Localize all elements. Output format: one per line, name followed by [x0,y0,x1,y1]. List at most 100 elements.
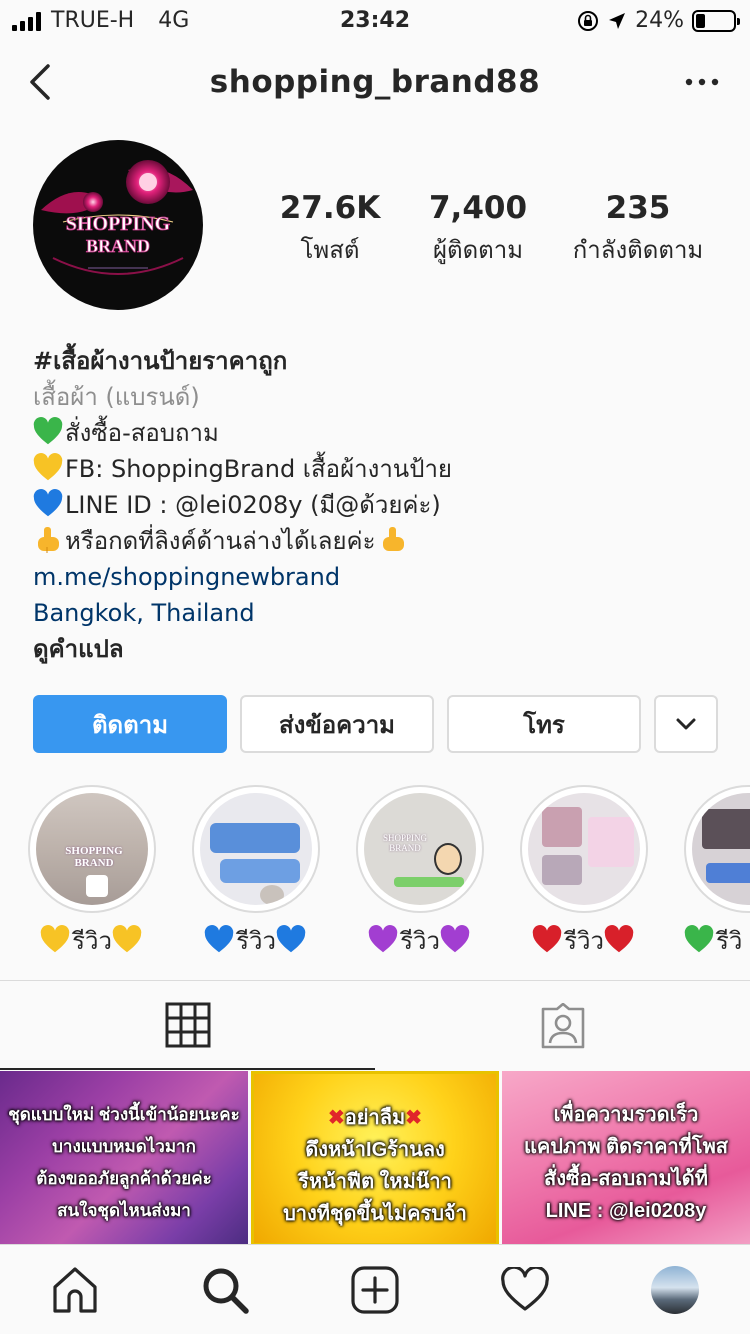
green-heart-icon [33,417,63,445]
yellow-heart-icon [112,925,142,953]
status-bar: TRUE-H 4G 23:42 24% [0,0,750,42]
highlight-item[interactable]: SHOPPING BRAND รีวิว [356,785,484,955]
location-arrow-icon [609,12,626,29]
avatar-text-1: SHOPPING [66,213,171,235]
brand-logo: SHOPPING BRAND [41,160,193,275]
tab-activity[interactable] [498,1263,552,1317]
profile-actions: ติดตาม ส่งข้อความ โทร [33,695,718,753]
highlight-item[interactable]: รีวิว [192,785,320,955]
highlight-ring [684,785,750,913]
highlight-label: รีวิว [192,921,320,955]
post-text-line: สั่งซื้อ-สอบถามได้ที่ [544,1168,708,1190]
profile-bio: #เสื้อผ้างานป้ายราคาถูก เสื้อผ้า (แบรนด์… [33,343,733,667]
highlight-thumb [528,793,640,905]
cross-mark-icon: ✖ [328,1107,345,1129]
highlight-label: รีวิว [28,921,156,955]
red-heart-icon [532,925,562,953]
avatar-text-2: BRAND [86,236,150,256]
bio-fb-line: FB: ShoppingBrand เสื้อผ้างานป้าย [33,451,733,487]
suggested-dropdown-button[interactable] [654,695,718,753]
pointing-down-icon [382,527,404,551]
purple-heart-icon [440,925,470,953]
follow-button[interactable]: ติดตาม [33,695,227,753]
highlight-thumb [692,793,750,905]
highlight-item[interactable]: รีวิว [520,785,648,955]
profile-avatar[interactable]: SHOPPING BRAND [33,140,203,310]
post-thumbnail[interactable]: ชุดแบบใหม่ ช่วงนี้เข้าน้อยนะคะ บางแบบหมด… [0,1071,248,1246]
tab-posts-grid[interactable] [0,981,375,1070]
bio-lineid-text: LINE ID : @lei0208y (มี@ด้วยค่ะ) [65,491,441,519]
highlight-ring [520,785,648,913]
stat-posts-label: โพสต์ [300,236,360,264]
bio-order-text: สั่งซื้อ-สอบถาม [65,419,219,447]
blue-heart-icon [204,925,234,953]
bottom-tab-bar [0,1244,750,1334]
battery-percent: 24% [635,8,684,33]
cross-mark-icon: ✖ [405,1107,422,1129]
stat-followers-value: 7,400 [428,190,528,226]
highlight-label: รีวิว [356,921,484,955]
post-text-line: เพื่อความรวดเร็ว [553,1104,699,1126]
see-translation-link[interactable]: ดูคำแปล [33,631,733,667]
tab-search[interactable] [198,1263,252,1317]
stat-following-value: 235 [605,190,671,226]
yellow-heart-icon [40,925,70,953]
stat-posts[interactable]: 27.6K โพสต์ [250,190,410,269]
username-title: shopping_brand88 [209,64,541,100]
highlight-item[interactable]: รีวิ [684,785,750,955]
search-icon [203,1268,249,1314]
bio-website-link[interactable]: m.me/shoppingnewbrand [33,559,733,595]
post-thumbnail[interactable]: เพื่อความรวดเร็ว แคปภาพ ติดราคาที่โพส สั… [502,1071,750,1246]
post-text-line: LINE : @lei0208y [545,1200,707,1222]
pointing-down-icon [38,527,59,553]
highlight-item[interactable]: SHOPPING BRAND รีวิว [28,785,156,955]
bio-lineid-line: LINE ID : @lei0208y (มี@ด้วยค่ะ) [33,487,733,523]
tab-profile[interactable] [648,1263,702,1317]
chevron-down-icon [676,718,696,730]
battery-icon [692,9,740,32]
status-right: 24% [577,8,740,33]
green-heart-icon [684,925,714,953]
tab-home[interactable] [48,1263,102,1317]
profile-avatar-small [651,1266,699,1314]
yellow-heart-icon [33,453,63,481]
home-icon [53,1267,97,1313]
post-text-line: ดึงหน้าIGร้านลง [305,1139,445,1161]
ellipsis-icon[interactable] [684,72,720,92]
post-thumbnail[interactable]: ✖อย่าลืม✖ ดึงหน้าIGร้านลง รีหน้าฟีต ใหม่… [251,1071,499,1246]
profile-tabs [0,980,750,1070]
stat-following[interactable]: 235 กำลังติดตาม [558,190,718,269]
bio-click-line: หรือกดที่ลิงค์ด้านล่างได้เลยค่ะ [33,523,733,559]
highlight-ring [192,785,320,913]
post-text-line: บางแบบหมดไวมาก [52,1137,196,1156]
bio-category: เสื้อผ้า (แบรนด์) [33,383,200,411]
stat-followers-label: ผู้ติดตาม [432,236,524,264]
blue-heart-icon [276,925,306,953]
heart-icon [501,1267,549,1311]
call-button[interactable]: โทร [447,695,641,753]
tab-new-post[interactable] [348,1263,402,1317]
message-button[interactable]: ส่งข้อความ [240,695,434,753]
tab-tagged[interactable] [375,981,750,1070]
post-text-line: ต้องขออภัยลูกค้าด้วยค่ะ [36,1169,212,1188]
rotation-lock-icon [578,10,599,31]
post-text-line: รีหน้าฟีต ใหม่น๊าา [298,1171,452,1193]
highlight-ring: SHOPPING BRAND [28,785,156,913]
red-heart-icon [604,925,634,953]
blue-heart-icon [33,489,63,517]
bio-click-text: หรือกดที่ลิงค์ด้านล่างได้เลยค่ะ [65,527,376,555]
stat-followers[interactable]: 7,400 ผู้ติดตาม [398,190,558,269]
add-post-icon [351,1266,399,1314]
bio-order-line: สั่งซื้อ-สอบถาม [33,415,733,451]
highlight-thumb: SHOPPING BRAND [364,793,476,905]
bio-location-link[interactable]: Bangkok, Thailand [33,595,733,631]
stat-posts-value: 27.6K [279,190,381,226]
profile-stats: 27.6K โพสต์ 7,400 ผู้ติดตาม 235 กำลังติด… [250,190,730,270]
post-text-line: ชุดแบบใหม่ ช่วงนี้เข้าน้อยนะคะ [8,1105,240,1124]
grid-icon [165,1002,210,1047]
highlight-thumb: SHOPPING BRAND [36,793,148,905]
highlight-label: รีวิว [520,921,648,955]
highlight-ring: SHOPPING BRAND [356,785,484,913]
bio-fb-text: FB: ShoppingBrand เสื้อผ้างานป้าย [65,455,452,483]
stat-following-label: กำลังติดตาม [572,236,704,264]
